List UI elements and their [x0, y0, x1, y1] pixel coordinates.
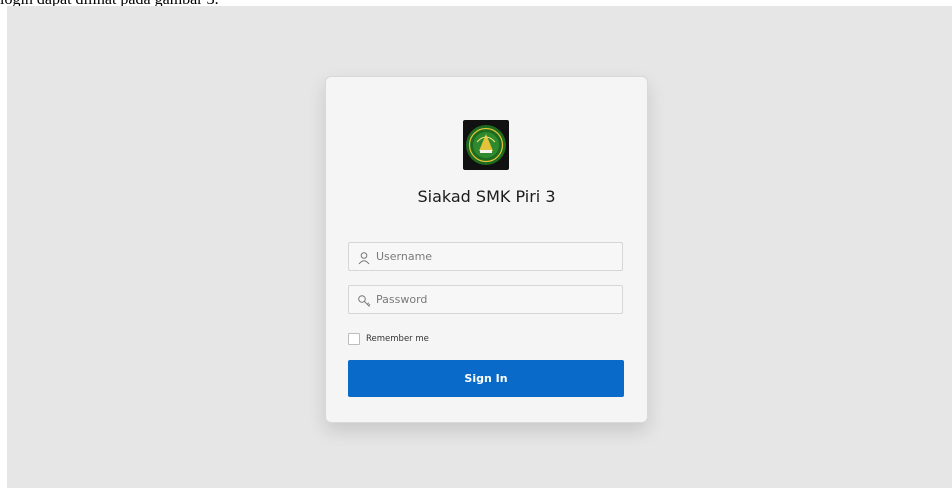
password-input[interactable] — [376, 286, 616, 313]
remember-checkbox[interactable] — [348, 333, 360, 345]
school-emblem-logo — [463, 120, 509, 170]
remember-label: Remember me — [366, 334, 429, 344]
sign-in-button[interactable]: Sign In — [348, 360, 624, 397]
login-page: Siakad SMK Piri 3 Remember me — [7, 6, 952, 488]
username-input[interactable] — [376, 243, 616, 270]
password-field[interactable] — [348, 285, 623, 314]
login-card: Siakad SMK Piri 3 Remember me — [325, 76, 648, 423]
key-icon — [357, 293, 371, 307]
app-title: Siakad SMK Piri 3 — [417, 187, 556, 206]
user-icon — [357, 250, 371, 265]
username-field[interactable] — [348, 242, 623, 271]
remember-me[interactable]: Remember me — [348, 333, 429, 345]
